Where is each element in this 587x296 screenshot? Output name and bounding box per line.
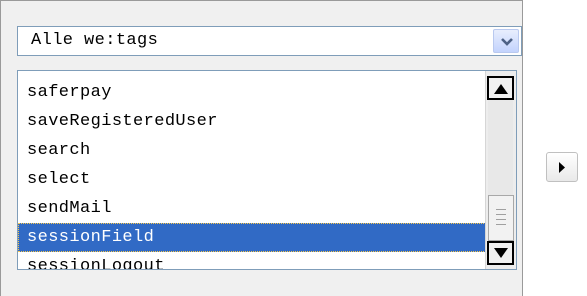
triangle-up-icon — [494, 84, 508, 94]
chevron-down-icon — [501, 38, 513, 46]
scroll-up-button[interactable] — [487, 76, 514, 100]
add-tag-button[interactable] — [546, 152, 578, 182]
panel-left-border — [0, 0, 1, 296]
list-item[interactable]: search — [18, 136, 486, 165]
listbox-scrollbar[interactable] — [485, 71, 516, 269]
tag-listbox[interactable]: saferpay saveRegisteredUser search selec… — [17, 70, 517, 270]
scroll-down-button[interactable] — [487, 241, 514, 265]
list-item[interactable]: sendMail — [18, 194, 486, 223]
scroll-thumb[interactable] — [488, 195, 514, 241]
panel-top-border — [0, 0, 523, 1]
triangle-down-icon — [494, 248, 508, 258]
list-item[interactable]: select — [18, 165, 486, 194]
tag-filter-dropdown[interactable]: Alle we:tags — [17, 26, 522, 56]
list-item[interactable]: saferpay — [18, 78, 486, 107]
tag-filter-value: Alle we:tags — [31, 31, 159, 50]
list-item-selected[interactable]: sessionField — [18, 223, 486, 252]
list-item[interactable]: sessionLogout — [18, 252, 486, 269]
dropdown-button[interactable] — [493, 29, 519, 53]
tag-list: saferpay saveRegisteredUser search selec… — [18, 78, 486, 269]
list-item[interactable]: saveRegisteredUser — [18, 107, 486, 136]
triangle-right-icon — [559, 162, 565, 173]
grip-icon — [496, 209, 506, 227]
